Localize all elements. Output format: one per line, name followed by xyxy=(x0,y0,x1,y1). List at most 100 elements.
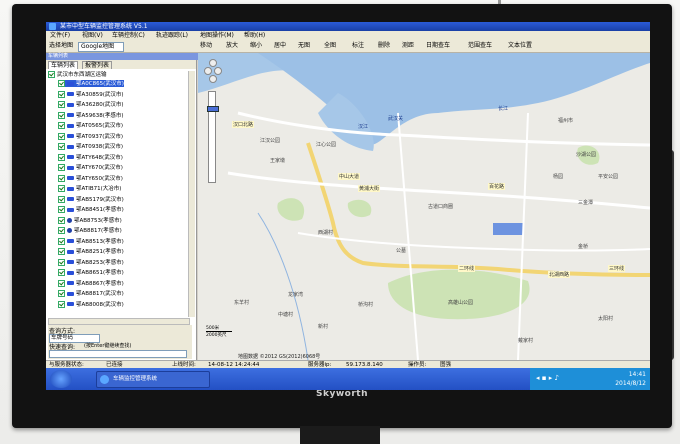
vehicle-list-scrollbar[interactable] xyxy=(188,71,195,317)
park-gaoxiongshan xyxy=(388,269,530,320)
main-road-3 xyxy=(297,232,650,252)
checkbox-icon[interactable] xyxy=(58,164,65,171)
menu-vehicle-control[interactable]: 车辆控制(C) xyxy=(112,31,145,40)
checkbox-icon[interactable] xyxy=(58,216,65,224)
vehicle-item[interactable]: 鄂AB5179(武汉市) xyxy=(58,195,124,203)
menu-help[interactable]: 帮助(H) xyxy=(244,31,265,40)
vehicle-item[interactable]: 鄂ATY648(武汉市) xyxy=(58,153,123,161)
map-label: 三金潭 xyxy=(578,200,594,206)
vehicle-item[interactable]: 鄂AT0938(武汉市) xyxy=(58,143,123,150)
map-select-label: 选择地图 xyxy=(49,42,74,49)
tool-mark[interactable]: 标注 xyxy=(352,40,364,52)
checkbox-icon[interactable] xyxy=(58,300,65,308)
map-label: 新村 xyxy=(318,324,329,330)
vehicle-item[interactable]: 鄂AB8513(孝感市) xyxy=(58,237,124,245)
tool-no-map[interactable]: 无图 xyxy=(298,40,310,52)
tool-range-search[interactable]: 范围查车 xyxy=(468,40,492,52)
tool-date-search[interactable]: 日期查车 xyxy=(426,40,450,52)
checkbox-icon[interactable] xyxy=(48,71,55,78)
tool-measure[interactable]: 测距 xyxy=(402,40,414,52)
group-node[interactable]: 武汉市东西湖区运输 xyxy=(48,71,107,78)
checkbox-icon[interactable] xyxy=(58,101,65,108)
checkbox-icon[interactable] xyxy=(58,206,65,213)
tool-zoom-in[interactable]: 放大 xyxy=(226,40,238,52)
vehicle-item[interactable]: 鄂AB8253(孝感市) xyxy=(58,258,124,266)
map-select[interactable]: Google地图 xyxy=(78,42,124,52)
zoom-slider-knob[interactable] xyxy=(207,106,219,112)
taskbar-app-button[interactable]: 车辆监控管理系统 xyxy=(96,371,210,388)
vehicle-item[interactable]: 鄂AB8867(孝感市) xyxy=(58,279,124,287)
checkbox-icon[interactable] xyxy=(58,153,65,161)
map-label: 二环线 xyxy=(458,265,476,272)
pan-control[interactable] xyxy=(204,59,222,83)
pan-down-icon[interactable] xyxy=(209,75,217,83)
vehicle-label: 鄂AB8651(孝感市) xyxy=(76,270,124,276)
tray-icons[interactable]: ◂ ▪ ▸ ♪ xyxy=(536,374,559,382)
checkbox-icon[interactable] xyxy=(58,132,65,140)
vehicle-item[interactable]: 鄂AB8251(孝感市) xyxy=(58,248,124,255)
clock[interactable]: 14:41 2014/8/12 xyxy=(615,370,646,388)
map-label: 古道口商圈 xyxy=(428,204,454,210)
vehicle-item[interactable]: 鄂AB8451(孝感市) xyxy=(58,206,124,213)
vehicle-item[interactable]: 鄂ATY650(武汉市) xyxy=(58,174,123,182)
tool-delete[interactable]: 删除 xyxy=(378,40,390,52)
checkbox-icon[interactable] xyxy=(58,185,65,192)
checkbox-icon[interactable] xyxy=(58,111,65,119)
vehicle-item[interactable]: 鄂AT0565(武汉市) xyxy=(58,122,123,129)
map-copyright: 地图数据 ©2012 GS(2012)6068号 xyxy=(238,354,321,360)
checkbox-icon[interactable] xyxy=(58,269,65,276)
checkbox-icon[interactable] xyxy=(58,122,65,129)
pan-left-icon[interactable] xyxy=(204,67,212,75)
checkbox-icon[interactable] xyxy=(58,290,65,297)
map-canvas xyxy=(198,53,650,360)
checkbox-icon[interactable] xyxy=(58,248,65,255)
map-label: 中山大道 xyxy=(338,173,361,180)
map-view[interactable]: 汉口北路 武汉关 江汉公园 江心公园 王家墩 中山大道 黄浦大街 汉江 长江 福… xyxy=(198,53,650,360)
quick-query-input[interactable] xyxy=(49,350,187,358)
checkbox-icon[interactable] xyxy=(58,279,65,287)
checkbox-icon[interactable] xyxy=(58,227,65,234)
tab-vehicle-list[interactable]: 车辆列表 xyxy=(48,61,79,69)
checkbox-icon[interactable] xyxy=(58,174,65,182)
menu-view[interactable]: 视图(V) xyxy=(82,31,103,40)
tool-move[interactable]: 移动 xyxy=(200,40,212,52)
tool-center[interactable]: 居中 xyxy=(274,40,286,52)
menu-map[interactable]: 地图操作(M) xyxy=(200,31,234,40)
zoom-slider[interactable] xyxy=(207,91,219,183)
checkbox-icon[interactable] xyxy=(58,258,65,266)
vehicle-item[interactable]: 鄂ATY670(武汉市) xyxy=(58,164,123,171)
vehicle-item[interactable]: 鄂AB8817(孝感市) xyxy=(58,227,122,234)
vehicle-item[interactable]: 鄂A59638(孝感市) xyxy=(58,111,124,119)
tab-alarm-list[interactable]: 报警列表 xyxy=(82,61,113,69)
vehicle-item[interactable]: 鄂A36280(武汉市) xyxy=(58,101,124,108)
vehicle-item[interactable]: 鄂A0C865(武汉市) xyxy=(58,80,124,87)
vehicle-icon xyxy=(67,102,74,107)
pan-up-icon[interactable] xyxy=(209,59,217,67)
checkbox-icon[interactable] xyxy=(58,237,65,245)
menu-track[interactable]: 轨迹跟踪(L) xyxy=(156,31,188,40)
menu-file[interactable]: 文件(F) xyxy=(50,31,70,40)
vehicle-item[interactable]: 鄂A30859(武汉市) xyxy=(58,90,124,98)
vehicle-item[interactable]: 鄂AB8753(孝感市) xyxy=(58,216,122,224)
pan-right-icon[interactable] xyxy=(214,67,222,75)
tool-zoom-out[interactable]: 缩小 xyxy=(250,40,262,52)
tool-text-position[interactable]: 文本位置 xyxy=(508,40,532,52)
vehicle-icon xyxy=(67,144,74,149)
app-icon xyxy=(49,23,56,30)
checkbox-icon[interactable] xyxy=(58,90,65,98)
park-center xyxy=(347,199,372,218)
checkbox-icon[interactable] xyxy=(58,143,65,150)
start-button[interactable] xyxy=(50,370,72,388)
checkbox-icon[interactable] xyxy=(58,195,65,203)
vehicle-label: 鄂A0C865(武汉市) xyxy=(76,81,124,87)
vehicle-item[interactable]: 鄂AB8651(孝感市) xyxy=(58,269,124,276)
vehicle-item[interactable]: 鄂AB8817(武汉市) xyxy=(58,290,124,297)
vehicle-list-hscrollbar[interactable] xyxy=(48,318,190,325)
vehicle-item[interactable]: 鄂AT0937(武汉市) xyxy=(58,132,123,140)
tool-full-map[interactable]: 全图 xyxy=(324,40,336,52)
checkbox-icon[interactable] xyxy=(58,80,65,87)
vehicle-item[interactable]: 鄂ATIB71(大冶市) xyxy=(58,185,121,192)
window-titlebar[interactable]: 某市中型车辆监控管理系统 V5.1 xyxy=(46,22,650,31)
vehicle-item[interactable]: 鄂AB8008(武汉市) xyxy=(58,300,124,308)
map-label: 沙湖公园 xyxy=(576,152,597,158)
